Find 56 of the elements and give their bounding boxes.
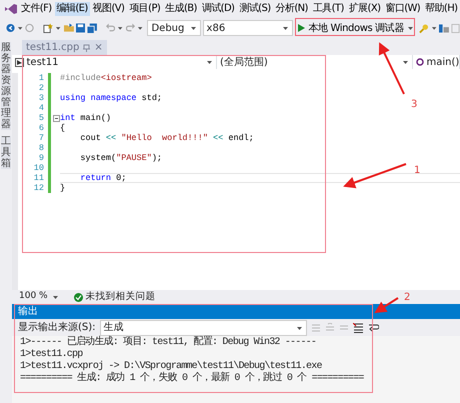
- menu-item[interactable]: 编辑(E): [54, 2, 90, 16]
- source-dropdown[interactable]: 生成: [100, 320, 307, 336]
- side-tab[interactable]: 工具箱: [1, 136, 11, 169]
- output-line: 1>test11.vcxproj -> D:\VSprogramme\test11\Debug\test11.exe: [20, 361, 323, 372]
- code-line: int main(): [60, 113, 112, 123]
- zoom-dropdown[interactable]: 100 %: [16, 291, 62, 303]
- menu-item[interactable]: 文件(F): [19, 2, 54, 16]
- line-number: 11: [32, 173, 44, 183]
- dropdown-value: main(): [426, 56, 460, 70]
- line-number: 10: [32, 163, 44, 173]
- dropdown-value: (全局范围): [220, 56, 268, 70]
- line-number: 2: [38, 83, 44, 93]
- tab-title: test11.cpp: [26, 41, 80, 55]
- menu-item[interactable]: 生成(B): [163, 2, 199, 16]
- run-debugger-button[interactable]: 本地 Windows 调试器: [295, 20, 417, 36]
- menu-item[interactable]: 工具(T): [310, 2, 346, 16]
- menu-item[interactable]: 分析(N): [274, 2, 310, 16]
- code-line: }: [60, 183, 66, 193]
- menu-item[interactable]: 调试(D): [200, 2, 236, 16]
- output-line: 1>------ 已启动生成: 项目: test11, 配置: Debug Win32 ------: [20, 337, 318, 349]
- dropdown-value: test11: [26, 56, 58, 70]
- code-line: {: [60, 123, 66, 133]
- member-dropdown[interactable]: main(): [413, 55, 460, 69]
- code-line: using namespace std;: [60, 93, 162, 103]
- menu-item[interactable]: 视图(V): [90, 2, 126, 16]
- menu-item[interactable]: 项目(P): [127, 2, 162, 16]
- line-number: 5: [38, 113, 44, 123]
- menu-item[interactable]: 测试(S): [237, 2, 273, 16]
- output-line: 1>test11.cpp: [20, 349, 84, 360]
- line-number: 9: [38, 153, 44, 163]
- code-line: #include<iostream>: [60, 73, 152, 83]
- source-label: 显示输出来源(S):: [18, 320, 96, 335]
- panel-title: 输出: [12, 304, 460, 319]
- side-tab[interactable]: 服务器资源管理器: [1, 42, 11, 130]
- menu-item[interactable]: 窗口(W): [383, 2, 422, 16]
- platform-dropdown[interactable]: x86: [202, 20, 294, 36]
- code-line: return 0;: [79, 173, 126, 183]
- project-dropdown[interactable]: test11: [12, 55, 217, 69]
- line-number: 3: [38, 93, 44, 103]
- menu-item[interactable]: 帮助(H): [423, 2, 460, 16]
- line-number: 6: [38, 123, 44, 133]
- code-line: system("PAUSE");: [79, 153, 162, 163]
- annotation-number: 3: [411, 98, 418, 112]
- line-number: 4: [38, 103, 44, 113]
- code-line: cout << "Hello world!!!" << endl;: [79, 133, 254, 143]
- issues-status: 未找到相关问题: [86, 290, 156, 304]
- configuration-dropdown[interactable]: Debug: [147, 20, 201, 36]
- menu-item[interactable]: 扩展(X): [346, 2, 382, 16]
- line-number: 1: [38, 73, 44, 83]
- annotation-number: 1: [414, 164, 420, 178]
- scope-dropdown[interactable]: (全局范围): [217, 55, 413, 69]
- output-line: ========== 生成: 成功 1 个，失败 0 个，最新 0 个，跳过 0 个 ==========: [20, 373, 365, 385]
- annotation-number: 2: [404, 291, 410, 305]
- line-number: 12: [32, 183, 44, 193]
- line-number: 7: [38, 133, 44, 143]
- line-number: 8: [38, 143, 44, 153]
